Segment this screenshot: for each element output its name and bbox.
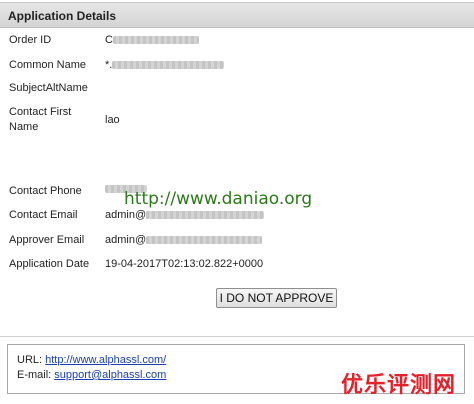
redacted-mask [146,236,263,245]
contact-phone-label: Contact Phone [9,185,82,197]
contact-email-value: admin@ [105,208,265,223]
contact-email-label: Contact Email [9,209,78,221]
divider [0,336,474,337]
url-link[interactable]: http://www.alphassl.com/ [45,354,166,366]
panel-header: Application Details [0,2,474,28]
common-name-text: *. [105,59,113,71]
url-line: URL: http://www.alphassl.com/ [17,353,464,368]
do-not-approve-button[interactable]: I DO NOT APPROVE [216,288,337,308]
order-id-text: C [105,34,113,46]
application-details-panel: Application Details Order ID C Common Na… [0,0,474,404]
redacted-mask [146,211,265,220]
common-name-label: Common Name [9,59,87,71]
watermark-url: http://www.daniao.org [124,189,313,209]
corner-watermark: 优乐评测网 [341,373,457,398]
order-id-value: C [105,33,199,48]
email-link[interactable]: support@alphassl.com [54,369,166,381]
order-id-label: Order ID [9,34,52,46]
approver-email-text: admin@ [105,234,147,246]
redacted-mask [112,36,199,45]
redacted-mask [112,61,225,70]
approver-email-label: Approver Email [9,234,85,246]
approver-email-value: admin@ [105,233,263,248]
url-label: URL: [17,354,46,366]
contact-email-text: admin@ [105,209,147,221]
subject-alt-name-label: SubjectAltName [9,82,88,94]
contact-first-name-value: lao [105,114,120,126]
contact-first-name-label: Contact First Name [9,106,72,133]
application-date-value: 19-04-2017T02:13:02.822+0000 [105,258,264,270]
common-name-value: *. [105,58,225,73]
application-date-label: Application Date [9,258,90,270]
email-label: E-mail: [17,369,55,381]
